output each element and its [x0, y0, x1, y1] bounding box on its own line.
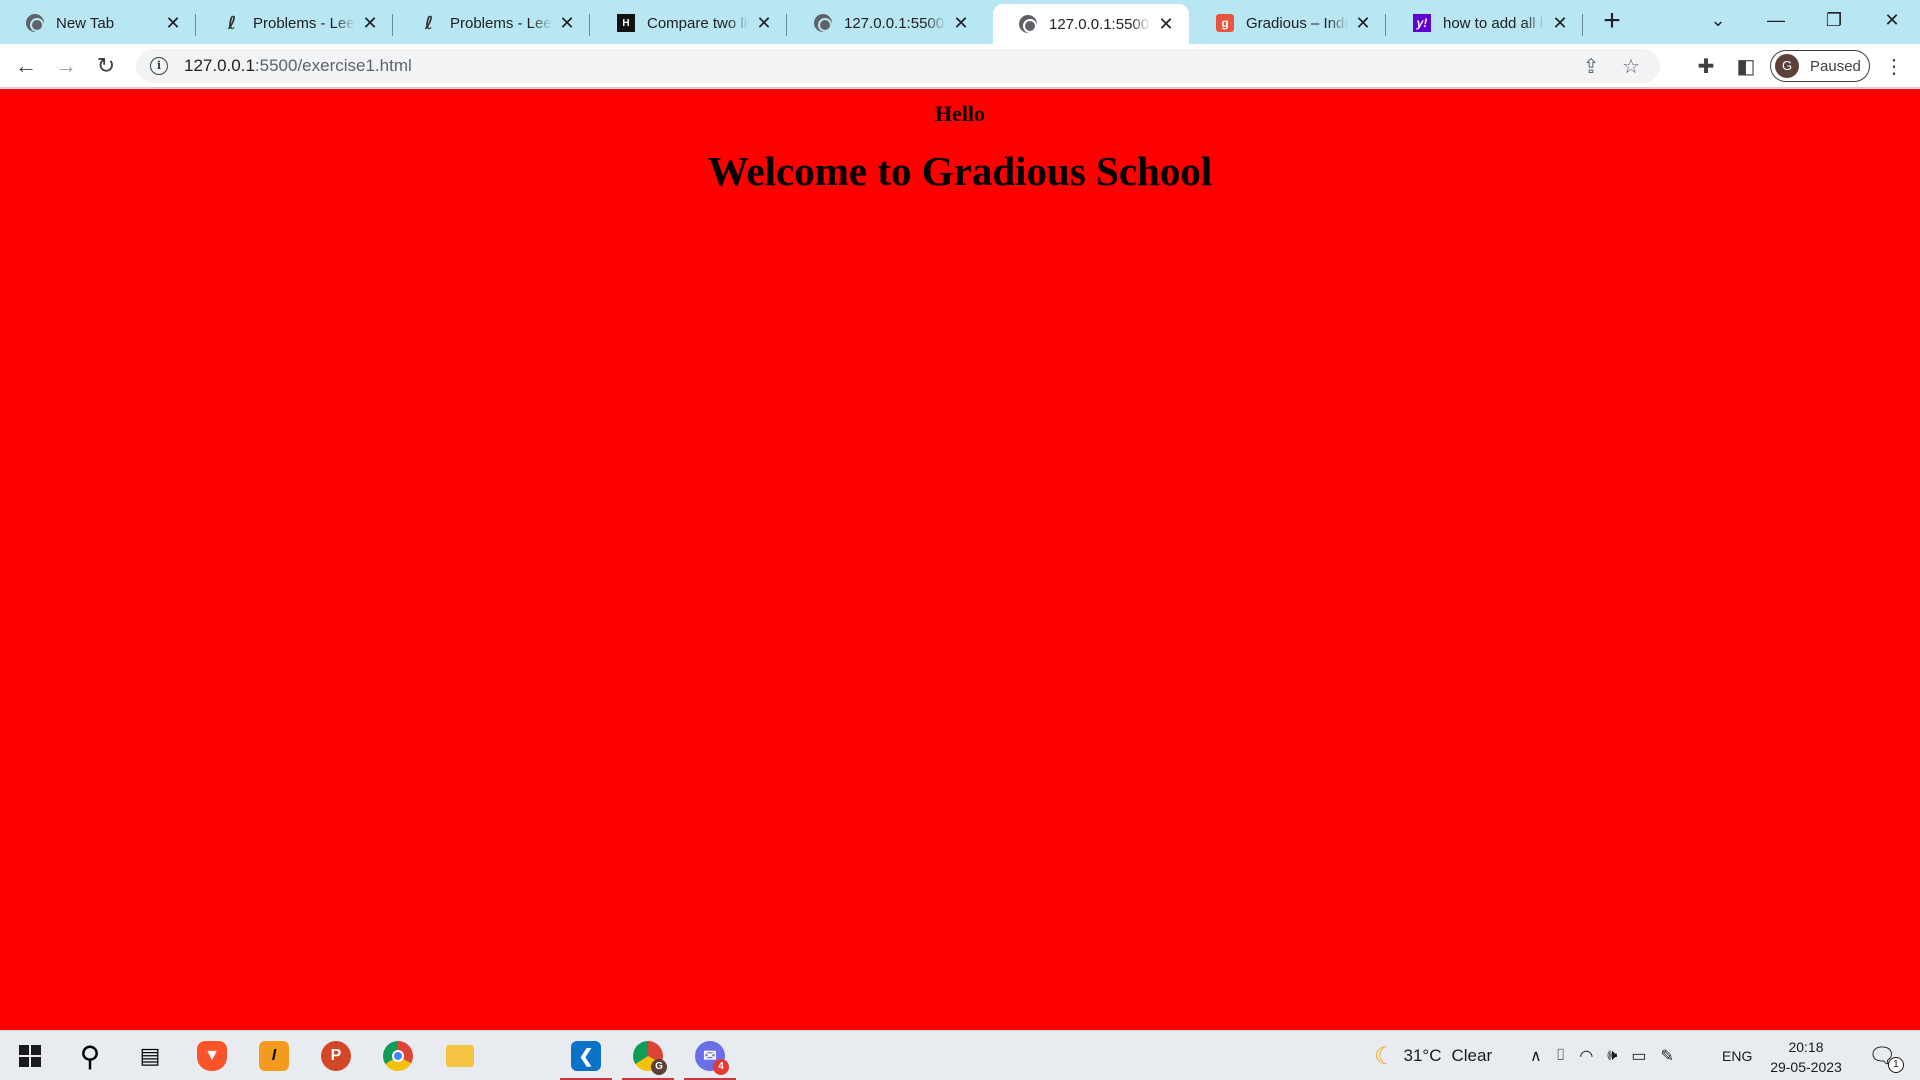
bookmark-star-icon[interactable]: ☆ [1620, 55, 1642, 78]
page-content: Hello Welcome to Gradious School [0, 89, 1920, 1030]
powerpoint-icon[interactable]: P [308, 1031, 364, 1080]
globe-icon [1019, 15, 1037, 33]
tab-gradious[interactable]: g Gradious – Industry ✕ [1190, 4, 1386, 42]
close-tab-icon[interactable]: ✕ [1354, 13, 1372, 33]
globe-icon [26, 14, 44, 32]
tab-title: Compare two linked lists [647, 14, 749, 32]
close-tab-icon[interactable]: ✕ [952, 13, 970, 33]
chrome-icon[interactable] [370, 1031, 426, 1080]
windows-taskbar: ⚲ ▤ ▼ I P ❮ G ✉ 4 ☾ 31°C Clear ∧ ⌷ ◠ 🕪 ▭… [0, 1030, 1920, 1080]
vscode-icon[interactable]: ❮ [558, 1031, 614, 1080]
close-tab-icon[interactable]: ✕ [1157, 14, 1175, 34]
tab-search-icon[interactable]: ⌄ [1690, 0, 1746, 40]
file-explorer-icon[interactable] [432, 1031, 488, 1080]
chat-badge: 4 [713, 1059, 729, 1075]
moon-icon: ☾ [1374, 1042, 1396, 1070]
globe-icon [814, 14, 832, 32]
clock-date: 29-05-2023 [1770, 1059, 1842, 1075]
language-indicator[interactable]: ENG [1722, 1031, 1752, 1080]
minimize-icon[interactable]: — [1748, 0, 1804, 40]
notification-count: 1 [1887, 1057, 1904, 1073]
restore-icon[interactable]: ❐ [1806, 0, 1862, 40]
forward-arrow-icon[interactable]: → [50, 50, 82, 82]
tab-title: Gradious – Industry [1246, 14, 1348, 32]
kebab-menu-icon[interactable]: ⋮ [1882, 54, 1906, 78]
address-bar[interactable]: i 127.0.0.1:5500/exercise1.html ⇪ ☆ [136, 49, 1660, 83]
tab-leetcode-2[interactable]: ℓ Problems - LeetCode ✕ [394, 4, 590, 42]
weather-widget[interactable]: ☾ 31°C Clear [1374, 1031, 1492, 1080]
close-tab-icon[interactable]: ✕ [164, 13, 182, 33]
close-tab-icon[interactable]: ✕ [361, 13, 379, 33]
tab-title: how to add all links [1443, 14, 1545, 32]
clock[interactable]: 20:18 29-05-2023 [1764, 1037, 1848, 1077]
battery-icon[interactable]: ▭ [1631, 1046, 1646, 1066]
browser-toolbar: ← → ↻ i 127.0.0.1:5500/exercise1.html ⇪ … [0, 44, 1920, 88]
tab-title: Problems - LeetCode [253, 14, 355, 32]
url-path: :5500/exercise1.html [254, 56, 412, 75]
weather-desc: Clear [1451, 1046, 1493, 1065]
clock-time: 20:18 [1788, 1039, 1824, 1055]
back-arrow-icon[interactable]: ← [10, 50, 42, 82]
extensions-puzzle-icon[interactable]: ✚ [1694, 54, 1718, 78]
intellij-icon[interactable]: I [246, 1031, 302, 1080]
search-icon[interactable]: ⚲ [62, 1031, 118, 1080]
brave-browser-icon[interactable]: ▼ [184, 1031, 240, 1080]
greeting-heading: Hello [934, 101, 986, 126]
tab-exercise1-active[interactable]: 127.0.0.1:5500/exercise1.html ✕ [993, 4, 1189, 44]
url-host: 127.0.0.1 [184, 56, 255, 75]
chrome-profile-icon[interactable]: G [620, 1031, 676, 1080]
pen-icon[interactable]: ✎ [1661, 1046, 1674, 1066]
tab-compare-linked-lists[interactable]: H Compare two linked lists ✕ [591, 4, 787, 42]
camera-icon[interactable]: ⌷ [1556, 1047, 1566, 1065]
tab-new-tab[interactable]: New Tab ✕ [0, 4, 196, 42]
system-tray: ∧ ⌷ ◠ 🕪 ▭ ✎ [1530, 1031, 1674, 1080]
notification-center-icon[interactable]: 🗨 1 [1868, 1031, 1904, 1080]
hackerrank-icon: H [617, 14, 635, 32]
tab-localhost[interactable]: 127.0.0.1:5500 ✕ [788, 4, 984, 42]
start-windows-icon[interactable] [2, 1031, 58, 1080]
task-view-icon[interactable]: ▤ [122, 1031, 178, 1080]
tab-title: 127.0.0.1:5500/exercise1.html [1049, 15, 1151, 33]
close-tab-icon[interactable]: ✕ [558, 13, 576, 33]
leetcode-icon: ℓ [424, 12, 434, 34]
url-text[interactable]: 127.0.0.1:5500/exercise1.html [184, 56, 1580, 76]
close-window-icon[interactable]: ✕ [1864, 0, 1920, 40]
chevron-up-icon[interactable]: ∧ [1530, 1046, 1542, 1066]
profile-button[interactable]: G Paused [1770, 50, 1870, 82]
chat-app-icon[interactable]: ✉ 4 [682, 1031, 738, 1080]
weather-temp: 31°C [1403, 1046, 1442, 1065]
profile-status: Paused [1810, 57, 1861, 75]
wifi-icon[interactable]: ◠ [1579, 1046, 1593, 1066]
gradious-icon: g [1216, 14, 1234, 32]
new-tab-button[interactable]: + [1596, 6, 1628, 38]
tab-yahoo-search[interactable]: y! how to add all links ✕ [1387, 4, 1583, 42]
avatar: G [1775, 54, 1799, 78]
tab-title: New Tab [56, 14, 115, 32]
volume-icon[interactable]: 🕪 [1607, 1047, 1617, 1065]
tab-title: Problems - LeetCode [450, 14, 552, 32]
yahoo-icon: y! [1413, 14, 1431, 32]
page-title: Welcome to Gradious School [707, 148, 1213, 194]
tab-leetcode-1[interactable]: ℓ Problems - LeetCode ✕ [197, 4, 393, 42]
site-info-icon[interactable]: i [150, 57, 168, 75]
close-tab-icon[interactable]: ✕ [755, 13, 773, 33]
close-tab-icon[interactable]: ✕ [1551, 13, 1569, 33]
chrome-profile-badge: G [651, 1059, 667, 1075]
leetcode-icon: ℓ [227, 12, 237, 34]
tab-strip: New Tab ✕ ℓ Problems - LeetCode ✕ ℓ Prob… [0, 0, 1920, 44]
tab-title: 127.0.0.1:5500 [844, 14, 945, 32]
share-icon[interactable]: ⇪ [1580, 55, 1602, 78]
reload-icon[interactable]: ↻ [90, 50, 122, 82]
side-panel-icon[interactable]: ◧ [1734, 54, 1758, 78]
